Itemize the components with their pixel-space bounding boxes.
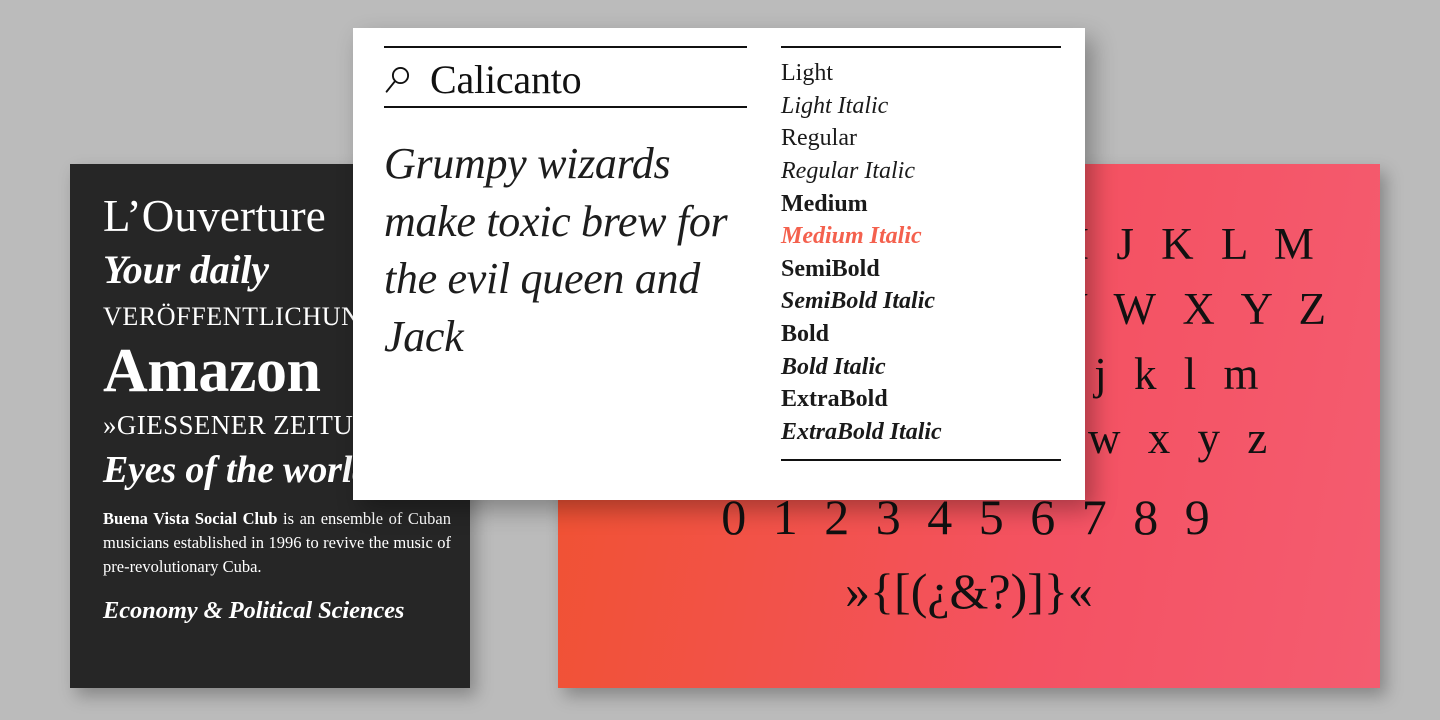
search-icon[interactable] — [384, 64, 414, 96]
family-head: Calicanto — [384, 48, 747, 106]
style-item-regular-italic[interactable]: Regular Italic — [781, 155, 1061, 188]
specimen-stage: L’Ouverture Your daily VERÖFFENTLICHUNG … — [0, 0, 1440, 720]
family-name-row: Calicanto — [384, 46, 747, 108]
specimen-paragraph: Buena Vista Social Club is an ensemble o… — [103, 507, 451, 579]
style-item-bold[interactable]: Bold — [781, 318, 1061, 351]
font-detail-card: Calicanto Grumpy wizards make toxic brew… — [353, 28, 1085, 500]
style-item-bold-italic[interactable]: Bold Italic — [781, 351, 1061, 384]
style-item-semibold[interactable]: SemiBold — [781, 253, 1061, 286]
style-item-regular[interactable]: Regular — [781, 122, 1061, 155]
style-item-light[interactable]: Light — [781, 57, 1061, 90]
style-item-extrabold-italic[interactable]: ExtraBold Italic — [781, 416, 1061, 449]
font-family-name: Calicanto — [430, 57, 582, 102]
pangram-preview: Grumpy wizards make toxic brew for the e… — [384, 139, 728, 361]
font-styles-list: Light Light Italic Regular Regular Itali… — [781, 46, 1061, 461]
specimen-paragraph-bold: Buena Vista Social Club — [103, 509, 278, 528]
style-item-extrabold[interactable]: ExtraBold — [781, 383, 1061, 416]
glyph-row-punctuation: »{[(¿&?)]}« — [845, 563, 1093, 620]
style-item-light-italic[interactable]: Light Italic — [781, 90, 1061, 123]
style-item-medium-italic[interactable]: Medium Italic — [781, 220, 1061, 253]
font-detail-left-column: Calicanto Grumpy wizards make toxic brew… — [353, 28, 767, 500]
font-detail-right-column: Light Light Italic Regular Regular Itali… — [767, 28, 1085, 500]
style-item-medium[interactable]: Medium — [781, 188, 1061, 221]
specimen-line-economy: Economy & Political Sciences — [103, 596, 405, 624]
style-item-semibold-italic[interactable]: SemiBold Italic — [781, 285, 1061, 318]
